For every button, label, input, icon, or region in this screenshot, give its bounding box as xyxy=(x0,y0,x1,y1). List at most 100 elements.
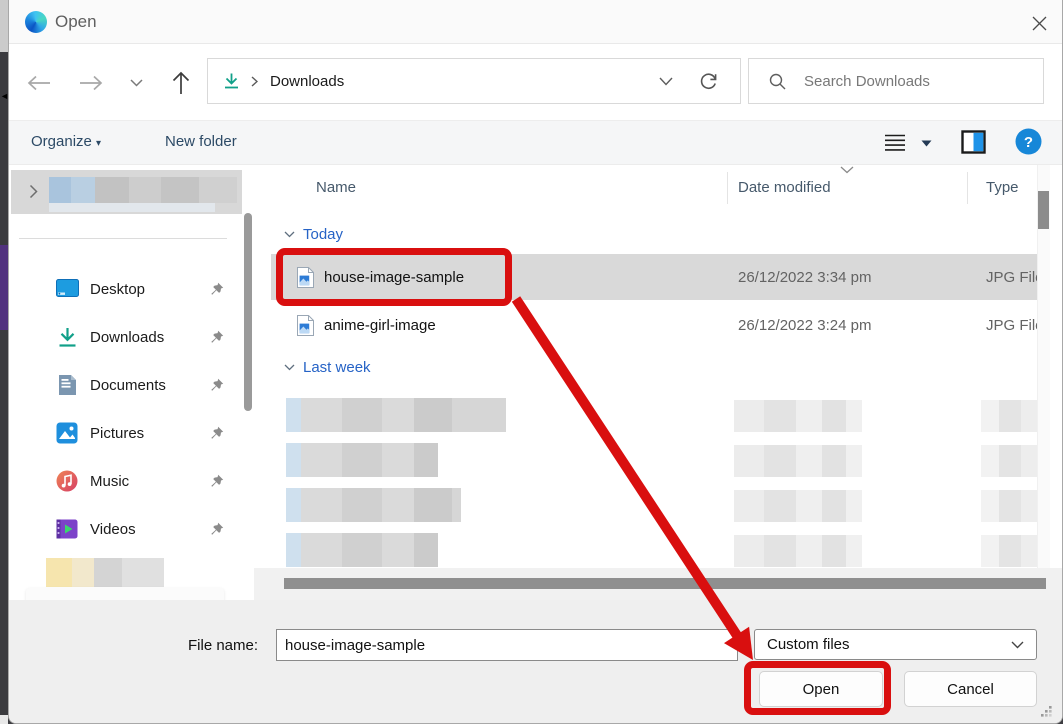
chevron-down-icon xyxy=(284,231,295,238)
column-header-date-modified[interactable]: Date modified xyxy=(738,179,831,196)
blurred-type xyxy=(981,400,1037,432)
blurred-file-name xyxy=(286,533,438,567)
image-file-icon xyxy=(297,267,314,288)
search-placeholder: Search Downloads xyxy=(804,73,930,90)
preview-pane-button[interactable] xyxy=(961,130,986,154)
blurred-file-name xyxy=(286,398,506,432)
sidebar-divider xyxy=(19,238,227,239)
help-icon: ? xyxy=(1015,128,1042,155)
arrow-up-icon xyxy=(172,71,190,95)
sidebar-item-pictures[interactable]: Pictures xyxy=(9,409,242,457)
recent-locations-button[interactable] xyxy=(121,68,151,98)
blurred-file-name xyxy=(286,443,438,477)
blurred-date xyxy=(734,445,862,477)
arrow-right-icon xyxy=(79,75,103,91)
view-mode-button[interactable] xyxy=(884,133,906,152)
file-name-input[interactable] xyxy=(276,629,738,661)
blurred-content xyxy=(49,177,237,203)
vertical-scrollbar-thumb[interactable] xyxy=(1038,191,1049,229)
column-header-type[interactable]: Type xyxy=(986,179,1019,196)
sidebar-item-music[interactable]: Music xyxy=(9,457,242,505)
chevron-down-icon xyxy=(1011,641,1024,649)
organize-menu-button[interactable]: Organize ▾ xyxy=(31,133,101,150)
blurred-date xyxy=(734,400,862,432)
navigation-sidebar: Desktop Downloads xyxy=(9,165,254,600)
file-row-blurred[interactable] xyxy=(254,398,1037,432)
sidebar-item-blurred[interactable] xyxy=(46,558,164,587)
pin-icon xyxy=(209,474,224,489)
pin-icon xyxy=(209,282,224,297)
pin-icon xyxy=(209,522,224,537)
expand-chevron-icon[interactable] xyxy=(29,184,38,199)
file-row-house-image-sample[interactable]: house-image-sample 26/12/2022 3:34 pm JP… xyxy=(271,254,1037,300)
pin-icon xyxy=(209,378,224,393)
sidebar-item-label: Downloads xyxy=(90,329,209,346)
downloads-icon xyxy=(224,73,239,90)
pin-icon xyxy=(209,426,224,441)
sidebar-item-label: Music xyxy=(90,473,209,490)
file-type-select[interactable]: Custom files xyxy=(754,629,1037,660)
title-bar: Open xyxy=(9,0,1062,44)
group-header-today[interactable]: Today xyxy=(284,222,343,246)
column-divider[interactable] xyxy=(727,172,728,204)
resize-grip[interactable] xyxy=(1039,704,1053,718)
chevron-right-icon xyxy=(251,76,258,87)
sidebar-item-documents[interactable]: Documents xyxy=(9,361,242,409)
file-type: JPG File xyxy=(986,317,1040,334)
sidebar-item-desktop[interactable]: Desktop xyxy=(9,265,242,313)
group-label: Today xyxy=(303,226,343,243)
search-box[interactable]: Search Downloads xyxy=(748,58,1044,104)
breadcrumb-location[interactable]: Downloads xyxy=(270,73,344,90)
window-title: Open xyxy=(55,12,97,32)
blurred-type xyxy=(981,535,1037,567)
file-row-blurred[interactable] xyxy=(254,533,1037,567)
refresh-icon[interactable] xyxy=(699,72,718,91)
screenshot-root: ◄ Open xyxy=(0,0,1063,724)
help-button[interactable]: ? xyxy=(1015,128,1042,155)
file-list: Name Date modified Type Today xyxy=(254,165,1063,600)
blurred-date xyxy=(734,535,862,567)
sort-descending-icon xyxy=(840,166,854,174)
background-window-edge: ◄ xyxy=(0,0,8,724)
edge-app-icon xyxy=(25,11,47,33)
image-file-icon xyxy=(297,315,314,336)
tree-item-blurred[interactable] xyxy=(11,170,242,214)
organize-label: Organize xyxy=(31,133,92,150)
open-button[interactable]: Open xyxy=(759,671,883,707)
cancel-button[interactable]: Cancel xyxy=(904,671,1037,707)
column-divider[interactable] xyxy=(967,172,968,204)
close-button[interactable] xyxy=(1024,8,1054,38)
background-segment xyxy=(0,330,8,715)
file-name: house-image-sample xyxy=(324,269,464,286)
documents-icon xyxy=(55,373,79,397)
close-icon xyxy=(1032,16,1047,31)
sidebar-scrollbar[interactable] xyxy=(244,213,252,411)
address-bar[interactable]: Downloads xyxy=(207,58,741,104)
back-button[interactable] xyxy=(24,68,54,98)
chevron-down-icon xyxy=(284,364,295,371)
blurred-file-name xyxy=(286,488,461,522)
column-header-name[interactable]: Name xyxy=(316,179,356,196)
background-segment xyxy=(0,715,8,724)
list-view-icon xyxy=(884,133,906,152)
view-mode-dropdown[interactable] xyxy=(921,140,932,147)
up-button[interactable] xyxy=(166,68,196,98)
sidebar-item-videos[interactable]: Videos xyxy=(9,505,242,553)
svg-text:?: ? xyxy=(1024,134,1033,151)
horizontal-scrollbar-thumb[interactable] xyxy=(284,578,1046,589)
forward-button[interactable] xyxy=(76,68,106,98)
sidebar-item-label: Documents xyxy=(90,377,209,394)
file-row-blurred[interactable] xyxy=(254,488,1037,522)
address-dropdown-icon[interactable] xyxy=(659,77,673,86)
sidebar-item-label: Desktop xyxy=(90,281,209,298)
file-row-anime-girl-image[interactable]: anime-girl-image 26/12/2022 3:24 pm JPG … xyxy=(271,302,1037,348)
new-folder-button[interactable]: New folder xyxy=(165,133,237,150)
file-row-blurred[interactable] xyxy=(254,443,1037,477)
horizontal-scrollbar-area xyxy=(254,568,1063,600)
pictures-icon xyxy=(55,421,79,445)
blurred-date xyxy=(734,490,862,522)
blurred-type xyxy=(981,445,1037,477)
sidebar-item-downloads[interactable]: Downloads xyxy=(9,313,242,361)
sidebar-item-label: Videos xyxy=(90,521,209,538)
group-header-last-week[interactable]: Last week xyxy=(284,355,371,379)
